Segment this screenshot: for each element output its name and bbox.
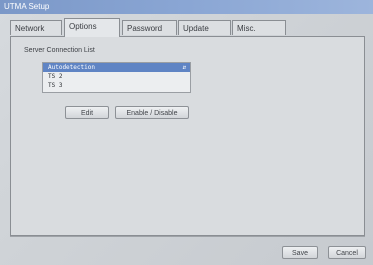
- tab-misc[interactable]: Misc.: [232, 20, 286, 35]
- list-item[interactable]: TS 3: [43, 81, 190, 90]
- panel-divider: [10, 236, 365, 237]
- setup-window: UTMA Setup Network Options Password Upda…: [0, 0, 373, 265]
- enable-disable-button[interactable]: Enable / Disable: [115, 106, 189, 119]
- tab-password[interactable]: Password: [122, 20, 177, 35]
- list-item[interactable]: TS 2: [43, 72, 190, 81]
- list-item-label: Autodetection: [48, 64, 95, 71]
- cancel-button[interactable]: Cancel: [328, 246, 366, 259]
- list-item[interactable]: Autodetection ⇵: [43, 63, 190, 72]
- tab-options[interactable]: Options: [64, 18, 120, 37]
- tab-bar: Network Options Password Update Misc.: [10, 18, 286, 37]
- list-item-label: TS 3: [48, 82, 63, 89]
- tab-network[interactable]: Network: [10, 20, 62, 35]
- window-title: UTMA Setup: [0, 0, 373, 14]
- server-connection-list-label: Server Connection List: [24, 47, 95, 54]
- list-item-label: TS 2: [48, 73, 63, 80]
- server-connection-list[interactable]: Autodetection ⇵ TS 2 TS 3: [42, 62, 191, 93]
- save-button[interactable]: Save: [282, 246, 318, 259]
- selected-marker-icon: ⇵: [182, 64, 186, 71]
- edit-button[interactable]: Edit: [65, 106, 109, 119]
- tab-update[interactable]: Update: [178, 20, 231, 35]
